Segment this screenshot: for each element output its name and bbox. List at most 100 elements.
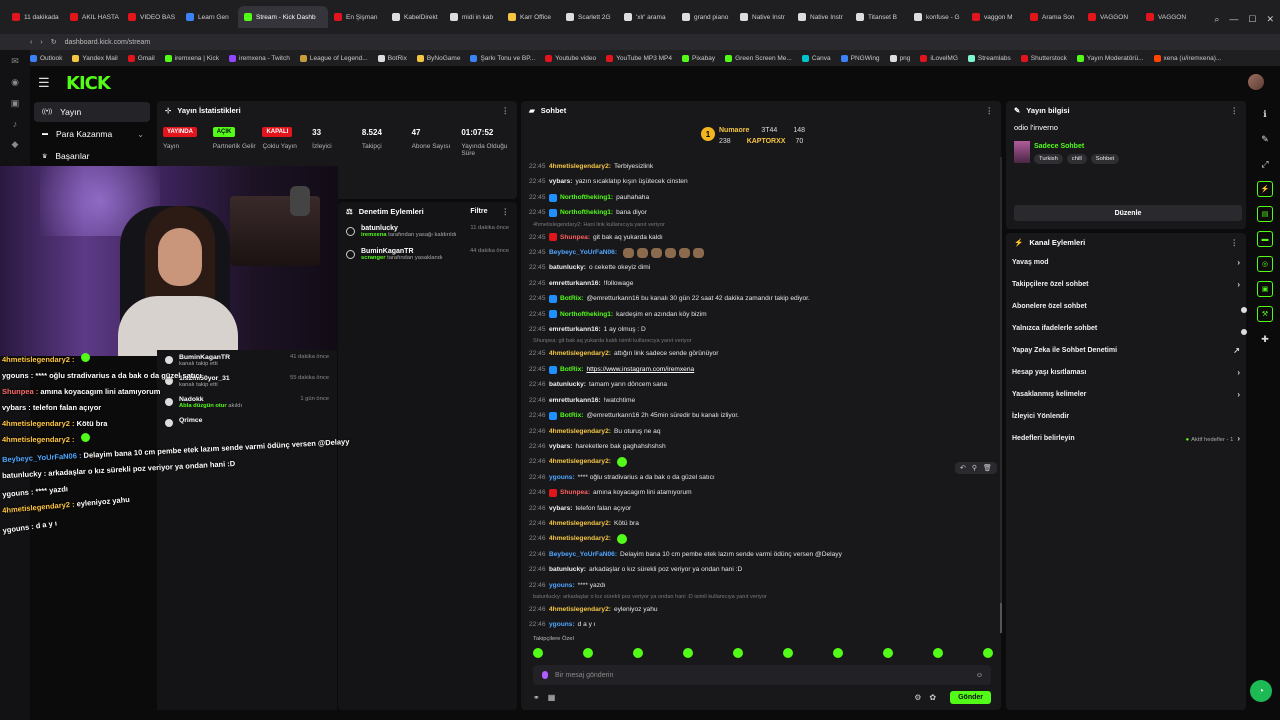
message-user[interactable]: 4hmetislegendary2:: [549, 454, 611, 469]
chat-message[interactable]: 22:46 4hmetislegendary2:: [529, 454, 989, 469]
message-user[interactable]: Northoftheking1:: [560, 205, 613, 220]
bookmark-item[interactable]: Gmail: [127, 54, 155, 62]
forward-icon[interactable]: ›: [40, 39, 42, 46]
back-icon[interactable]: ‹: [30, 39, 32, 46]
browser-tab[interactable]: Native Instr: [792, 6, 850, 28]
browser-tab[interactable]: VAGGON: [1140, 6, 1198, 28]
browser-tab[interactable]: KabelDirekt: [386, 6, 444, 28]
stream-tag[interactable]: Turkish: [1034, 154, 1063, 164]
quick-emote-icon[interactable]: [533, 648, 543, 658]
chat-message[interactable]: 22:45 batunlucky: o cekette okeyiz dimi: [529, 260, 989, 275]
quick-emote-icon[interactable]: [883, 648, 893, 658]
channel-action-control[interactable]: ↗: [1233, 346, 1240, 355]
channel-action-item[interactable]: Yavaş mod ›: [1006, 251, 1246, 273]
reload-icon[interactable]: ↻: [51, 38, 57, 46]
bookmark-item[interactable]: iremxena - Twitch: [229, 54, 290, 62]
browser-tab[interactable]: Stream - Kick Dashb: [238, 6, 328, 28]
sidebar-item[interactable]: ((•)) Yayın: [34, 102, 150, 122]
message-user[interactable]: ygouns:: [549, 578, 575, 593]
bookmark-item[interactable]: png: [889, 54, 910, 62]
message-link[interactable]: https://www.instagram.com/iremxena: [586, 362, 694, 377]
quick-action-6-icon[interactable]: ⚒: [1257, 306, 1273, 322]
channel-action-item[interactable]: Yalnızca ifadelerle sohbet: [1006, 317, 1246, 339]
stream-tag[interactable]: chill: [1066, 154, 1087, 164]
chat-message[interactable]: 22:46 4hmetislegendary2: eyleniyoz yahu: [529, 602, 989, 617]
channel-action-item[interactable]: Hedefleri belirleyin Aktif hedefler - 1›: [1006, 427, 1246, 449]
quick-action-3-icon[interactable]: ▬: [1257, 231, 1273, 247]
status-badge[interactable]: AÇIK: [212, 127, 236, 137]
gifter-name[interactable]: KAPTORXX: [747, 138, 786, 145]
quick-emote-icon[interactable]: [983, 648, 993, 658]
message-user[interactable]: Northoftheking1:: [560, 307, 613, 322]
kick-logo[interactable]: KICK: [66, 73, 111, 94]
message-user[interactable]: vybars:: [549, 174, 572, 189]
more-icon[interactable]: ⋮: [1231, 238, 1239, 247]
message-user[interactable]: 4hmetislegendary2:: [549, 516, 611, 531]
message-user[interactable]: 4hmetislegendary2:: [549, 531, 611, 546]
message-user[interactable]: BotRix:: [560, 408, 583, 423]
message-user[interactable]: Northoftheking1:: [560, 190, 613, 205]
link-icon[interactable]: ⚭: [533, 693, 540, 702]
mod-action-item[interactable]: batunlucky iremxena tarafından yasağı kal…: [338, 220, 517, 243]
bookmark-item[interactable]: iLovelMG: [920, 54, 958, 62]
message-user[interactable]: emretturkann16:: [549, 322, 601, 337]
bookmark-item[interactable]: ByNoGame: [416, 54, 460, 62]
maximize-icon[interactable]: ☐: [1248, 14, 1256, 25]
reply-icon[interactable]: ↶: [960, 464, 966, 472]
status-badge[interactable]: YAYINDA: [163, 127, 197, 137]
browser-tab[interactable]: Native Instr: [734, 6, 792, 28]
quick-action-1-icon[interactable]: ⚡: [1257, 181, 1273, 197]
chat-message[interactable]: 22:45 Northoftheking1: pauhahaha: [529, 190, 989, 205]
message-user[interactable]: Beybeyc_YoUrFaN06:: [549, 547, 617, 562]
browser-tab[interactable]: 'xlr' arama: [618, 6, 676, 28]
more-icon[interactable]: ⋮: [1231, 106, 1239, 115]
chat-message[interactable]: 22:45 Beybeyc_YoUrFaN06:: [529, 245, 989, 260]
chat-message[interactable]: 22:45 4hmetislegendary2: Terbiyesizlink: [529, 159, 989, 174]
chat-message[interactable]: 22:46 vybars: telefon falan açıyor: [529, 501, 989, 516]
chat-message[interactable]: 22:46 emretturkann16: !watchtime: [529, 393, 989, 408]
browser-tab[interactable]: grand piano: [676, 6, 734, 28]
chat-message[interactable]: 22:46 Shunpea: amına koyacagım lini atamıy…: [529, 485, 989, 500]
filter-button[interactable]: Filtre: [470, 208, 487, 215]
more-icon[interactable]: ⋮: [986, 106, 994, 115]
message-user[interactable]: emretturkann16:: [549, 276, 601, 291]
mic-icon[interactable]: [542, 671, 548, 679]
message-user[interactable]: batunlucky:: [549, 562, 586, 577]
close-window-icon[interactable]: ✕: [1266, 14, 1274, 25]
delete-icon[interactable]: 🗑: [983, 464, 992, 472]
message-user[interactable]: BotRix:: [560, 291, 583, 306]
quick-action-5-icon[interactable]: ▣: [1257, 281, 1273, 297]
browser-tab[interactable]: 11 dakikada: [6, 6, 64, 28]
more-icon[interactable]: ⋮: [502, 207, 510, 216]
message-user[interactable]: 4hmetislegendary2:: [549, 424, 611, 439]
quick-emote-icon[interactable]: [683, 648, 693, 658]
support-chat-button[interactable]: ◔: [1250, 680, 1272, 702]
message-user[interactable]: emretturkann16:: [549, 393, 601, 408]
settings-icon[interactable]: ⚙: [914, 693, 921, 702]
rail-icon-3[interactable]: ▣: [11, 98, 20, 109]
bookmark-item[interactable]: iremxena | Kick: [164, 54, 219, 62]
chat-message[interactable]: 22:45 BotRix: https://www.instagram.com/ir…: [529, 362, 989, 377]
rail-icon-4[interactable]: ♪: [13, 119, 18, 129]
channel-action-item[interactable]: Abonelere özel sohbet: [1006, 295, 1246, 317]
message-user[interactable]: 4hmetislegendary2:: [549, 602, 611, 617]
mod-icon[interactable]: ✿: [929, 693, 936, 702]
browser-tab[interactable]: vaggon M: [966, 6, 1024, 28]
message-user[interactable]: vybars:: [549, 439, 572, 454]
channel-action-control[interactable]: ›: [1237, 368, 1240, 377]
bookmark-item[interactable]: Youtube video: [545, 54, 596, 62]
browser-tab[interactable]: Arama Son: [1024, 6, 1082, 28]
quick-emote-icon[interactable]: [933, 648, 943, 658]
browser-tab[interactable]: midi in kab: [444, 6, 502, 28]
channel-action-item[interactable]: Takipçilere özel sohbet ›: [1006, 273, 1246, 295]
chat-message[interactable]: 22:46 4hmetislegendary2: Bu oturuş ne aq: [529, 424, 989, 439]
chat-message[interactable]: 22:46 batunlucky: arkadaşlar o kız sürekli…: [529, 562, 989, 577]
channel-action-control[interactable]: ›: [1237, 258, 1240, 267]
chat-message[interactable]: 22:46 vybars: hareketlere bak gaghahshshsh: [529, 439, 989, 454]
minimize-icon[interactable]: —: [1229, 14, 1238, 25]
status-badge[interactable]: KAPALI: [262, 127, 293, 137]
browser-tab[interactable]: VAGGON: [1082, 6, 1140, 28]
browser-tab[interactable]: Learn Gen: [180, 6, 238, 28]
follower-item[interactable]: Nadokk Abla düzgün otur akıldı 1 gün önce: [157, 392, 337, 413]
bookmark-item[interactable]: Outlook: [30, 54, 62, 62]
